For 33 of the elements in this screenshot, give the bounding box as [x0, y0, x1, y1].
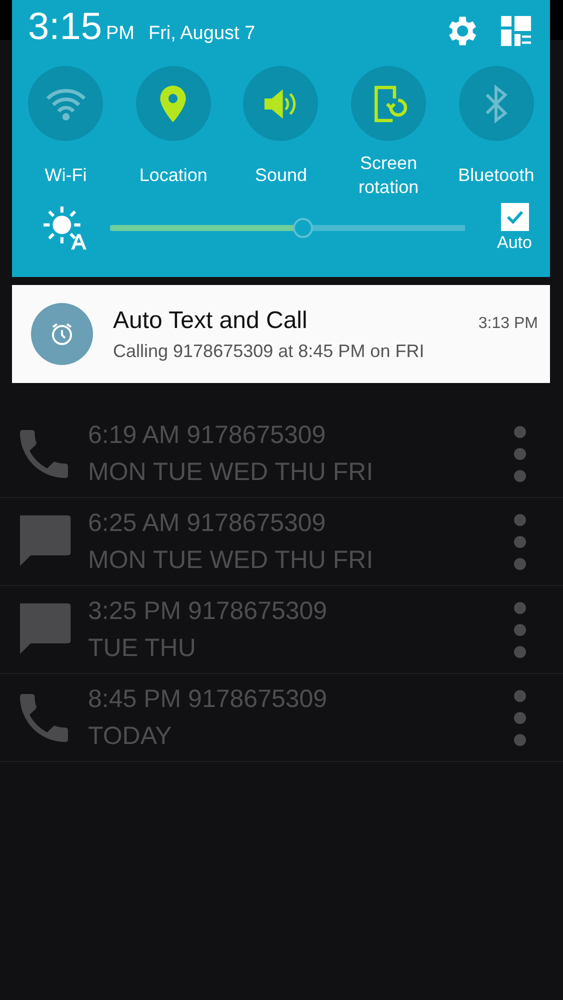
- bluetooth-label: Bluetooth: [457, 164, 536, 187]
- schedule-days: TUE THU: [88, 630, 513, 666]
- wifi-label: Wi-Fi: [44, 164, 88, 187]
- brightness-icon: [42, 205, 88, 251]
- more-icon[interactable]: [513, 688, 527, 748]
- notification-card[interactable]: Auto Text and Call 3:13 PM Calling 9178675309 at 8:45 PM on FRI: [12, 285, 550, 383]
- schedule-time: 8:45 PM 9178675309: [88, 684, 328, 714]
- more-icon[interactable]: [513, 600, 527, 660]
- more-icon[interactable]: [513, 424, 527, 484]
- notification-time: 3:13 PM: [478, 314, 538, 332]
- sound-label: Sound: [254, 164, 308, 187]
- date: Fri, August 7: [148, 23, 256, 45]
- more-icon[interactable]: [513, 512, 527, 572]
- schedule-days: TODAY: [88, 718, 513, 754]
- schedule-days: MON TUE WED THU FRI: [88, 454, 513, 490]
- schedule-row[interactable]: 6:25 AM 9178675309 MON TUE WED THU FRI: [0, 498, 563, 586]
- schedule-time: 6:25 AM 9178675309: [88, 508, 327, 538]
- location-label: Location: [138, 164, 208, 187]
- clock: 3:15: [28, 6, 102, 49]
- rotation-label: Screen rotation: [358, 152, 420, 199]
- schedule-days: MON TUE WED THU FRI: [88, 542, 513, 578]
- schedule-row[interactable]: 3:25 PM 9178675309 TUE THU: [0, 586, 563, 674]
- schedule-time: 3:25 PM 9178675309: [88, 596, 328, 626]
- notification-title: Auto Text and Call: [113, 306, 308, 334]
- notification-text: Calling 9178675309 at 8:45 PM on FRI: [113, 340, 426, 362]
- auto-checkbox[interactable]: [500, 203, 528, 231]
- auto-label: Auto: [497, 233, 532, 253]
- schedule-time: 6:19 AM 9178675309: [88, 420, 327, 450]
- alarm-clock-icon: [31, 303, 93, 365]
- schedule-row[interactable]: 8:45 PM 9178675309 TODAY: [0, 674, 563, 762]
- schedule-row[interactable]: 6:19 AM 9178675309 MON TUE WED THU FRI: [0, 410, 563, 498]
- tile-edit-icon[interactable]: [498, 13, 534, 49]
- clock-period: PM: [106, 23, 134, 45]
